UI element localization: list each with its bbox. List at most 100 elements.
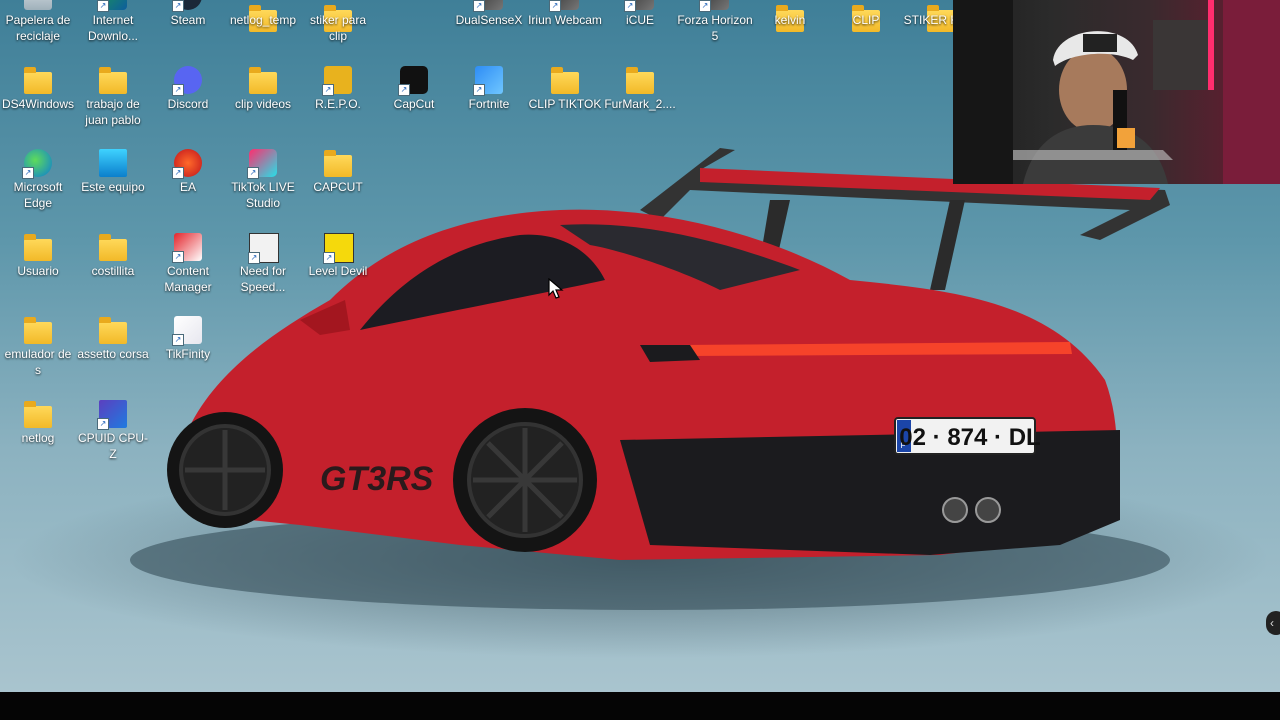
folder-icon — [626, 67, 654, 94]
level-devil-icon: ↗ — [323, 233, 354, 264]
app-icon: ↗ — [624, 0, 654, 12]
desktop-icon-label: netlog_temp — [229, 13, 297, 27]
shortcut-arrow-icon: ↗ — [22, 167, 34, 179]
desktop-icon-label: emulador de s — [4, 347, 72, 377]
desktop-icon[interactable]: trabajo de juan pablo — [75, 62, 151, 142]
desktop-icon[interactable]: ↗ Fortnite — [451, 62, 527, 142]
tikfinity-icon: ↗ — [172, 316, 202, 346]
desktop-icon-label: Iriun Webcam — [528, 13, 602, 27]
folder-icon — [24, 67, 52, 94]
shortcut-arrow-icon: ↗ — [172, 0, 184, 12]
desktop-icon-label: Discord — [167, 97, 209, 111]
shortcut-arrow-icon: ↗ — [172, 84, 184, 96]
desktop-icon-label: Usuario — [17, 264, 59, 278]
desktop-icon[interactable]: ↗ Discord — [150, 62, 226, 142]
need-for-speed-icon: ↗ — [248, 233, 279, 264]
shortcut-arrow-icon: ↗ — [473, 84, 485, 96]
desktop-icon[interactable]: ↗ TikTok LIVE Studio — [225, 145, 301, 225]
desktop-icon[interactable]: ↗ R.E.P.O. — [300, 62, 376, 142]
ea-icon: ↗ — [172, 149, 202, 179]
folder-icon — [249, 67, 277, 94]
desktop-icon-label: iCUE — [625, 13, 654, 27]
desktop-icon-label: stiker para clip — [309, 13, 367, 43]
desktop-icon-label: Need for Speed... — [239, 264, 287, 294]
desktop-icon-label: kelvin — [774, 13, 806, 27]
desktop-icon-label: CLIP TIKTOK — [528, 97, 602, 111]
scroll-left-button[interactable]: ‹ — [1266, 611, 1280, 635]
folder-icon — [324, 150, 352, 177]
cpuz-icon: ↗ — [97, 400, 127, 430]
desktop-icon-label: Forza Horizon 5 — [677, 13, 753, 43]
tiktok-icon: ↗ — [247, 149, 277, 179]
download-manager-icon: ↗ — [97, 0, 127, 12]
shortcut-arrow-icon: ↗ — [699, 0, 711, 12]
shortcut-arrow-icon: ↗ — [624, 0, 636, 12]
desktop-icon[interactable]: emulador de s — [0, 312, 76, 392]
desktop-icon-label: TikFinity — [165, 347, 211, 361]
app-icon: ↗ — [473, 0, 503, 12]
desktop-icon[interactable]: clip videos — [225, 62, 301, 142]
webcam-overlay — [953, 0, 1280, 184]
desktop-icon[interactable]: CLIP — [828, 0, 904, 80]
shortcut-arrow-icon: ↗ — [97, 0, 109, 12]
desktop-icon[interactable]: ↗ Level Devil — [300, 229, 376, 309]
desktop-icon-label: CAPCUT — [313, 180, 363, 194]
desktop-icon[interactable]: ↗ TikFinity — [150, 312, 226, 392]
desktop-icon[interactable]: ↗ CPUID CPU-Z — [75, 396, 151, 476]
desktop-icon[interactable]: FurMark_2.... — [602, 62, 678, 142]
shortcut-arrow-icon: ↗ — [247, 167, 259, 179]
desktop-icon[interactable]: CAPCUT — [300, 145, 376, 225]
desktop-icon-label: TikTok LIVE Studio — [231, 180, 295, 210]
desktop-icon-label: Papelera de reciclaje — [5, 13, 71, 43]
desktop-icon[interactable]: ↗ CapCut — [376, 62, 452, 142]
desktop-icon[interactable]: Usuario — [0, 229, 76, 309]
desktop-icon[interactable]: ↗ Microsoft Edge — [0, 145, 76, 225]
fortnite-icon: ↗ — [473, 66, 503, 96]
desktop-icon[interactable]: ↗ Need for Speed... — [225, 229, 301, 309]
desktop-icon-label: CapCut — [393, 97, 435, 111]
folder-icon — [551, 67, 579, 94]
desktop-icon[interactable]: costillita — [75, 229, 151, 309]
gt3rs-badge: GT3RS — [320, 460, 434, 498]
desktop-icon-label: R.E.P.O. — [315, 97, 361, 111]
desktop-icon-label: netlog — [21, 431, 55, 445]
desktop-icon[interactable]: kelvin — [752, 0, 828, 80]
desktop-icon-label: CPUID CPU-Z — [77, 431, 148, 461]
desktop-icon[interactable]: ↗ EA — [150, 145, 226, 225]
folder-icon — [99, 234, 127, 261]
desktop-icon[interactable]: DS4Windows — [0, 62, 76, 142]
shortcut-arrow-icon: ↗ — [549, 0, 561, 12]
shortcut-arrow-icon: ↗ — [172, 251, 184, 263]
desktop-icon[interactable]: assetto corsa — [75, 312, 151, 392]
desktop-icon[interactable]: ↗ Content Manager — [150, 229, 226, 309]
shortcut-arrow-icon: ↗ — [473, 0, 485, 12]
desktop-icon-label: Fortnite — [468, 97, 510, 111]
desktop-icon-label: clip videos — [234, 97, 292, 111]
desktop[interactable]: F 02 · 874 · DL GT3RS Papelera de recicl… — [0, 0, 1280, 692]
desktop-icon-label: EA — [179, 180, 196, 194]
folder-icon — [99, 67, 127, 94]
desktop-icon[interactable]: netlog — [0, 396, 76, 476]
desktop-icon[interactable]: CLIP TIKTOK — [527, 62, 603, 142]
shortcut-arrow-icon: ↗ — [172, 167, 184, 179]
plate-text: 02 · 874 · DL — [899, 424, 1040, 451]
desktop-icon-label: Level Devil — [308, 264, 368, 278]
this-pc-icon — [99, 149, 127, 177]
discord-icon: ↗ — [172, 66, 202, 96]
webcam-person — [953, 0, 1280, 184]
app-icon: ↗ — [549, 0, 579, 12]
desktop-icon-label: Este equipo — [81, 180, 145, 194]
recycle-bin-icon — [24, 0, 52, 10]
desktop-icon[interactable]: Este equipo — [75, 145, 151, 225]
desktop-icon[interactable]: ↗ Forza Horizon 5 — [677, 0, 753, 80]
desktop-icon-label: DualSenseX — [455, 13, 523, 27]
shortcut-arrow-icon: ↗ — [172, 334, 184, 346]
app-icon: ↗ — [699, 0, 729, 12]
steam-icon: ↗ — [172, 0, 202, 12]
desktop-icon-label: Microsoft Edge — [13, 180, 63, 210]
desktop-icon-label: DS4Windows — [1, 97, 75, 111]
desktop-icon-label: Content Manager — [164, 264, 212, 294]
content-manager-icon: ↗ — [172, 233, 202, 263]
shortcut-arrow-icon: ↗ — [97, 418, 109, 430]
desktop-icon-label: assetto corsa — [77, 347, 149, 361]
